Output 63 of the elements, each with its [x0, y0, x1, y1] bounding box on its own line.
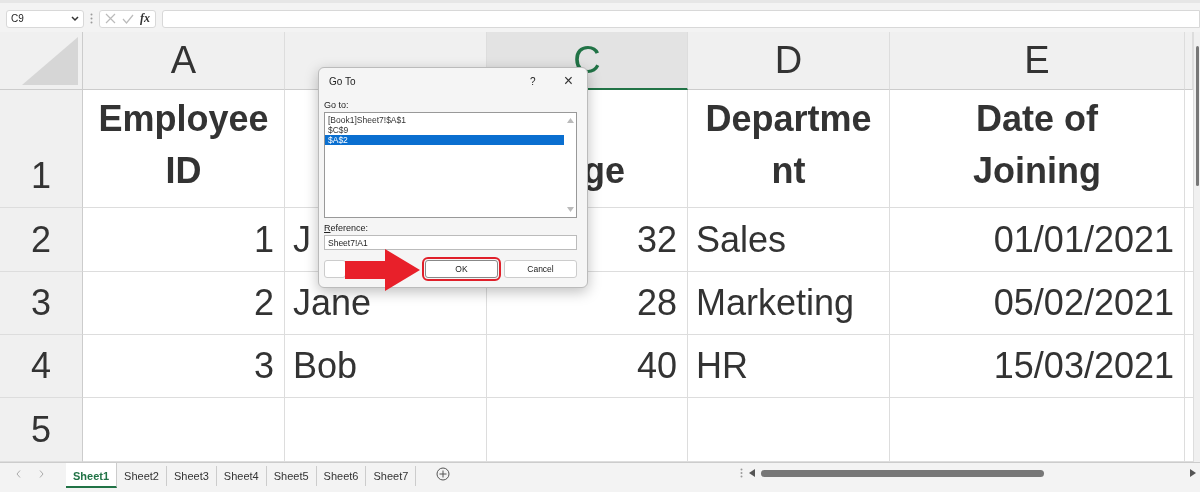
cell-text: J — [293, 219, 311, 261]
scrollbar-thumb[interactable] — [761, 469, 1044, 477]
sheet-tab[interactable]: Sheet4 — [216, 466, 267, 486]
next-sheet-icon[interactable] — [39, 470, 44, 478]
column-header[interactable]: E — [890, 32, 1185, 90]
grip-icon — [740, 468, 743, 478]
row-header[interactable]: 2 — [0, 208, 83, 272]
grip-icon — [90, 13, 93, 24]
cell-text: 3 — [253, 345, 274, 387]
column-header[interactable]: A — [83, 32, 285, 90]
list-item[interactable]: $C$9 — [325, 125, 564, 135]
cell-text: Sales — [696, 219, 787, 261]
sheet-tab[interactable]: Sheet6 — [316, 466, 367, 486]
insert-function-button[interactable]: fx — [140, 11, 150, 26]
column-header[interactable]: D — [688, 32, 890, 90]
sheet-tab[interactable]: Sheet1 — [66, 463, 118, 488]
row-header[interactable]: 1 — [0, 90, 83, 208]
formula-field[interactable] — [162, 9, 1200, 28]
cell-text: Date of Joining — [972, 96, 1102, 193]
dropdown-icon[interactable] — [71, 15, 79, 22]
close-button[interactable]: × — [559, 73, 577, 89]
scroll-down-icon[interactable] — [566, 207, 574, 212]
reference-label: Reference: — [324, 223, 370, 233]
cell-text: 15/03/2021 — [993, 345, 1174, 387]
add-sheet-icon[interactable] — [436, 467, 451, 481]
help-button[interactable]: ? — [530, 75, 536, 87]
reference-field[interactable]: Sheet7!A1 — [324, 235, 577, 250]
cell-text: Employee ID — [97, 96, 270, 193]
list-item[interactable]: [Book1]Sheet7!$A$1 — [325, 115, 564, 125]
sheet-tab[interactable]: Sheet7 — [366, 466, 417, 486]
cell-text: 2 — [253, 282, 274, 324]
row-header[interactable]: 5 — [0, 398, 83, 462]
sheet-tab[interactable]: Sheet3 — [166, 466, 217, 486]
previous-sheet-icon[interactable] — [16, 470, 21, 478]
cell-text: Department — [704, 96, 873, 193]
cell-text: Bob — [293, 345, 358, 387]
scroll-left-icon[interactable] — [749, 469, 755, 477]
enter-icon[interactable] — [122, 13, 134, 24]
cell-text: HR — [696, 345, 748, 387]
dialog-button[interactable] — [324, 260, 346, 278]
dialog-title: Go To — [329, 75, 357, 87]
scrollbar-thumb[interactable] — [1195, 46, 1199, 186]
cancel-button[interactable]: Cancel — [504, 260, 577, 278]
cell-text: 28 — [636, 282, 677, 324]
sheet-tab[interactable]: Sheet2 — [117, 466, 167, 486]
row-header[interactable]: 3 — [0, 272, 83, 335]
cell-text: Marketing — [696, 282, 855, 324]
name-box[interactable]: C9 — [6, 9, 84, 28]
list-label: Go to: — [324, 100, 350, 110]
cell-text: 40 — [636, 345, 677, 387]
scroll-right-icon[interactable] — [1190, 469, 1196, 477]
select-all-icon[interactable] — [22, 37, 78, 85]
row-header[interactable]: 4 — [0, 335, 83, 398]
cancel-icon[interactable] — [105, 13, 116, 24]
list-item[interactable]: $A$2 — [325, 135, 564, 145]
scroll-up-icon[interactable] — [566, 118, 574, 123]
ok-button[interactable]: OK — [425, 260, 498, 278]
cell-text: Jane — [293, 282, 372, 324]
cell-text: 1 — [253, 219, 274, 261]
cell-text: 32 — [636, 219, 677, 261]
cell-text: 05/02/2021 — [993, 282, 1174, 324]
cell-text: 01/01/2021 — [993, 219, 1174, 261]
sheet-tab[interactable]: Sheet5 — [266, 466, 317, 486]
